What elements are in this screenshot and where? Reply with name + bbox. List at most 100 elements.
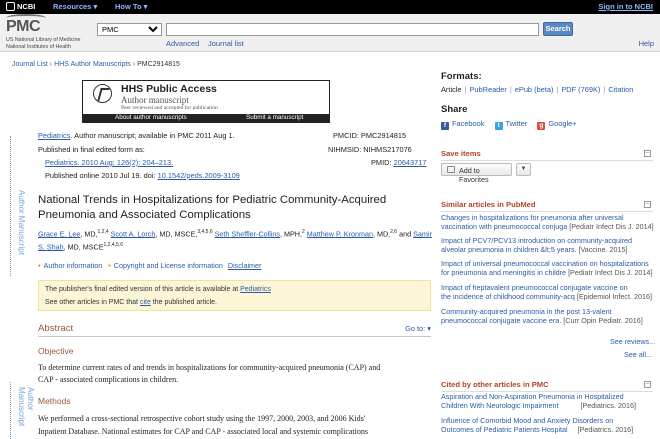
separator: | <box>464 85 467 94</box>
copyright-license-link[interactable]: Copyright and License information <box>114 261 223 270</box>
collapse-icon[interactable]: – <box>644 150 651 157</box>
ncbi-logo[interactable]: NCBI <box>6 2 35 11</box>
author-information-link[interactable]: Author information <box>44 261 103 270</box>
submit-manuscript-link[interactable]: Submit a manuscript <box>246 114 303 121</box>
journal-list-link[interactable]: Journal list <box>208 39 244 48</box>
see-all-link[interactable]: See all... <box>624 350 652 359</box>
hhs-title: HHS Public Access <box>121 83 217 95</box>
author-affiliation-sup[interactable]: 1,2,4 <box>98 229 109 235</box>
hhs-public-access-banner: HHS Public Access Author manuscript Peer… <box>82 80 330 123</box>
resources-menu[interactable]: Resources ▾ <box>53 2 97 11</box>
disclaimer-link[interactable]: Disclaimer <box>228 261 262 270</box>
search-button[interactable]: Search <box>543 22 573 36</box>
about-manuscripts-link[interactable]: About author manuscripts <box>115 114 187 121</box>
author-manuscript-ribbon: Author Manuscript <box>10 136 26 276</box>
share-twitter[interactable]: t Twitter <box>494 119 527 130</box>
cited-article-journal: [Pediatrics. 2016] <box>580 401 636 411</box>
similar-article-item[interactable]: Impact of universal pneumococcal vaccina… <box>441 259 656 278</box>
breadcrumb-journal-list[interactable]: Journal List <box>12 61 48 68</box>
facebook-icon: f <box>441 122 449 130</box>
similar-article-title: Community-acquired pneumonia in the post… <box>441 307 612 316</box>
format-citation[interactable]: Citation <box>608 85 633 94</box>
breadcrumb-hhs-manuscripts[interactable]: HHS Author Manuscripts <box>54 61 131 68</box>
howto-menu[interactable]: How To ▾ <box>115 2 147 11</box>
author-degree: , MD, MSCE, <box>155 229 198 239</box>
similar-article-item[interactable]: Changes in hospitalizations for pneumoni… <box>441 213 656 232</box>
journal-link[interactable]: Pediatrics <box>38 131 70 140</box>
share-google-plus[interactable]: g Google+ <box>537 119 577 130</box>
save-items-title: Save items <box>441 149 481 158</box>
similar-article-item[interactable]: Impact of PCV7/PCV13 introduction on com… <box>441 236 656 255</box>
publisher-version-link[interactable]: Pediatrics <box>240 286 271 293</box>
citation-line4: Published online 2010 Jul 19. doi: 10.15… <box>45 171 240 180</box>
search-input[interactable] <box>166 23 539 36</box>
help-link[interactable]: Help <box>639 39 654 48</box>
notice-text: The publisher's final edited version of … <box>45 286 241 293</box>
database-select[interactable]: PMC <box>97 23 162 36</box>
cited-article-title: Outcomes of Pediatric Patients Hospital <box>441 425 568 435</box>
article-meta-links: • Author information • Copyright and Licen… <box>38 261 261 270</box>
author-affiliation-sup[interactable]: 1,2,4,5,6 <box>104 242 123 248</box>
breadcrumb: Journal List › HHS Author Manuscripts › PMC2… <box>12 61 180 68</box>
search-header: PMC US National Library of Medicine Natio… <box>0 14 660 52</box>
format-epub[interactable]: ePub (beta) <box>515 85 554 94</box>
ribbon-label: Author Manuscript <box>17 387 35 427</box>
formats-heading: Formats: <box>441 71 482 82</box>
author-degree: , MD, <box>80 229 98 239</box>
author-affiliation-sup[interactable]: 3,4,5,6 <box>197 229 212 235</box>
see-reviews-link[interactable]: See reviews... <box>610 337 655 346</box>
methods-heading: Methods <box>38 396 71 406</box>
pmid-label: PMID: <box>371 158 394 167</box>
author-link[interactable]: Seth Sheffler-Collins <box>215 229 280 238</box>
similar-article-title: Changes in hospitalizations for pneumoni… <box>441 213 624 222</box>
objective-heading: Objective <box>38 346 74 356</box>
share-links: f Facebook t Twitter g Google+ <box>441 119 577 130</box>
abstract-heading: Abstract Go to: ▾ <box>38 323 431 337</box>
cited-by-panel-header[interactable]: Cited by other articles in PMC – <box>441 378 653 392</box>
objective-text: CAP - associated complications in childr… <box>38 375 179 384</box>
published-citation-link[interactable]: Pediatrics. 2010 Aug; 126(2): 204–213. <box>45 158 173 167</box>
author-affiliation-sup[interactable]: 2 <box>302 229 305 235</box>
similar-article-item[interactable]: Impact of heptavalent pneumococcal conju… <box>441 283 656 302</box>
cited-article-title: Children With Neurologic Impairment <box>441 401 559 411</box>
cited-article-title: Aspiration and Non-Aspiration Pneumonia … <box>441 392 624 401</box>
advanced-link[interactable]: Advanced <box>166 39 199 48</box>
similar-article-title: pneumococcal conjugate vaccine era. <box>441 316 562 326</box>
chevron-down-icon: ▾ <box>93 2 98 11</box>
cite-link[interactable]: cite <box>140 299 151 306</box>
pmc-logo[interactable]: PMC <box>6 14 46 36</box>
goto-menu[interactable]: Go to: ▾ <box>405 324 431 333</box>
facebook-label: Facebook <box>452 119 485 128</box>
citation-line1: Pediatrics. Author manuscript; available… <box>38 131 235 140</box>
pmid: PMID: 20643717 <box>371 158 426 167</box>
hhs-seal-icon <box>93 84 112 103</box>
resources-label: Resources <box>53 2 92 11</box>
share-facebook[interactable]: f Facebook <box>441 119 485 130</box>
cited-article-item[interactable]: Aspiration and Non-Aspiration Pneumonia … <box>441 392 656 411</box>
author-link[interactable]: Grace E. Lee <box>38 229 80 238</box>
add-to-favorites-button[interactable]: Add to Favorites <box>441 163 512 184</box>
signin-link[interactable]: Sign in to NCBI <box>598 2 653 11</box>
format-pdf[interactable]: PDF (769K) <box>561 85 600 94</box>
collapse-icon[interactable]: – <box>644 201 651 208</box>
breadcrumb-separator: › <box>49 61 53 68</box>
save-items-panel-header[interactable]: Save items – <box>441 147 653 161</box>
favorites-dropdown-button[interactable]: ▼ <box>516 163 531 176</box>
similar-articles-panel-header[interactable]: Similar articles in PubMed – <box>441 198 653 212</box>
author-link[interactable]: Matthew P. Kronman <box>307 229 373 238</box>
author-list: Grace E. Lee, MD,1,2,4 Scott A. Lorch, M… <box>38 227 438 253</box>
similar-article-title: alveolar pneumonia in children &lt;5 yea… <box>441 245 577 255</box>
ribbon-label: Author Manuscript <box>17 190 26 255</box>
similar-article-item[interactable]: Community-acquired pneumonia in the post… <box>441 307 656 326</box>
author-link[interactable]: Scott A. Lorch <box>111 229 156 238</box>
similar-article-title: Impact of universal pneumococcal vaccina… <box>441 259 649 268</box>
doi-link[interactable]: 10.1542/peds.2009-3109 <box>158 171 240 180</box>
cited-article-item[interactable]: Influence of Comorbid Mood and Anxiety D… <box>441 416 656 435</box>
author-affiliation-sup[interactable]: 2,6 <box>390 229 397 235</box>
similar-article-title: vaccination with pneumococcal conjuga <box>441 222 568 232</box>
google-plus-icon: g <box>537 122 546 130</box>
format-pubreader[interactable]: PubReader <box>469 85 506 94</box>
pmid-link[interactable]: 20643717 <box>394 158 427 167</box>
collapse-icon[interactable]: – <box>644 381 651 388</box>
citation-line2: Published in final edited form as: <box>38 145 145 154</box>
